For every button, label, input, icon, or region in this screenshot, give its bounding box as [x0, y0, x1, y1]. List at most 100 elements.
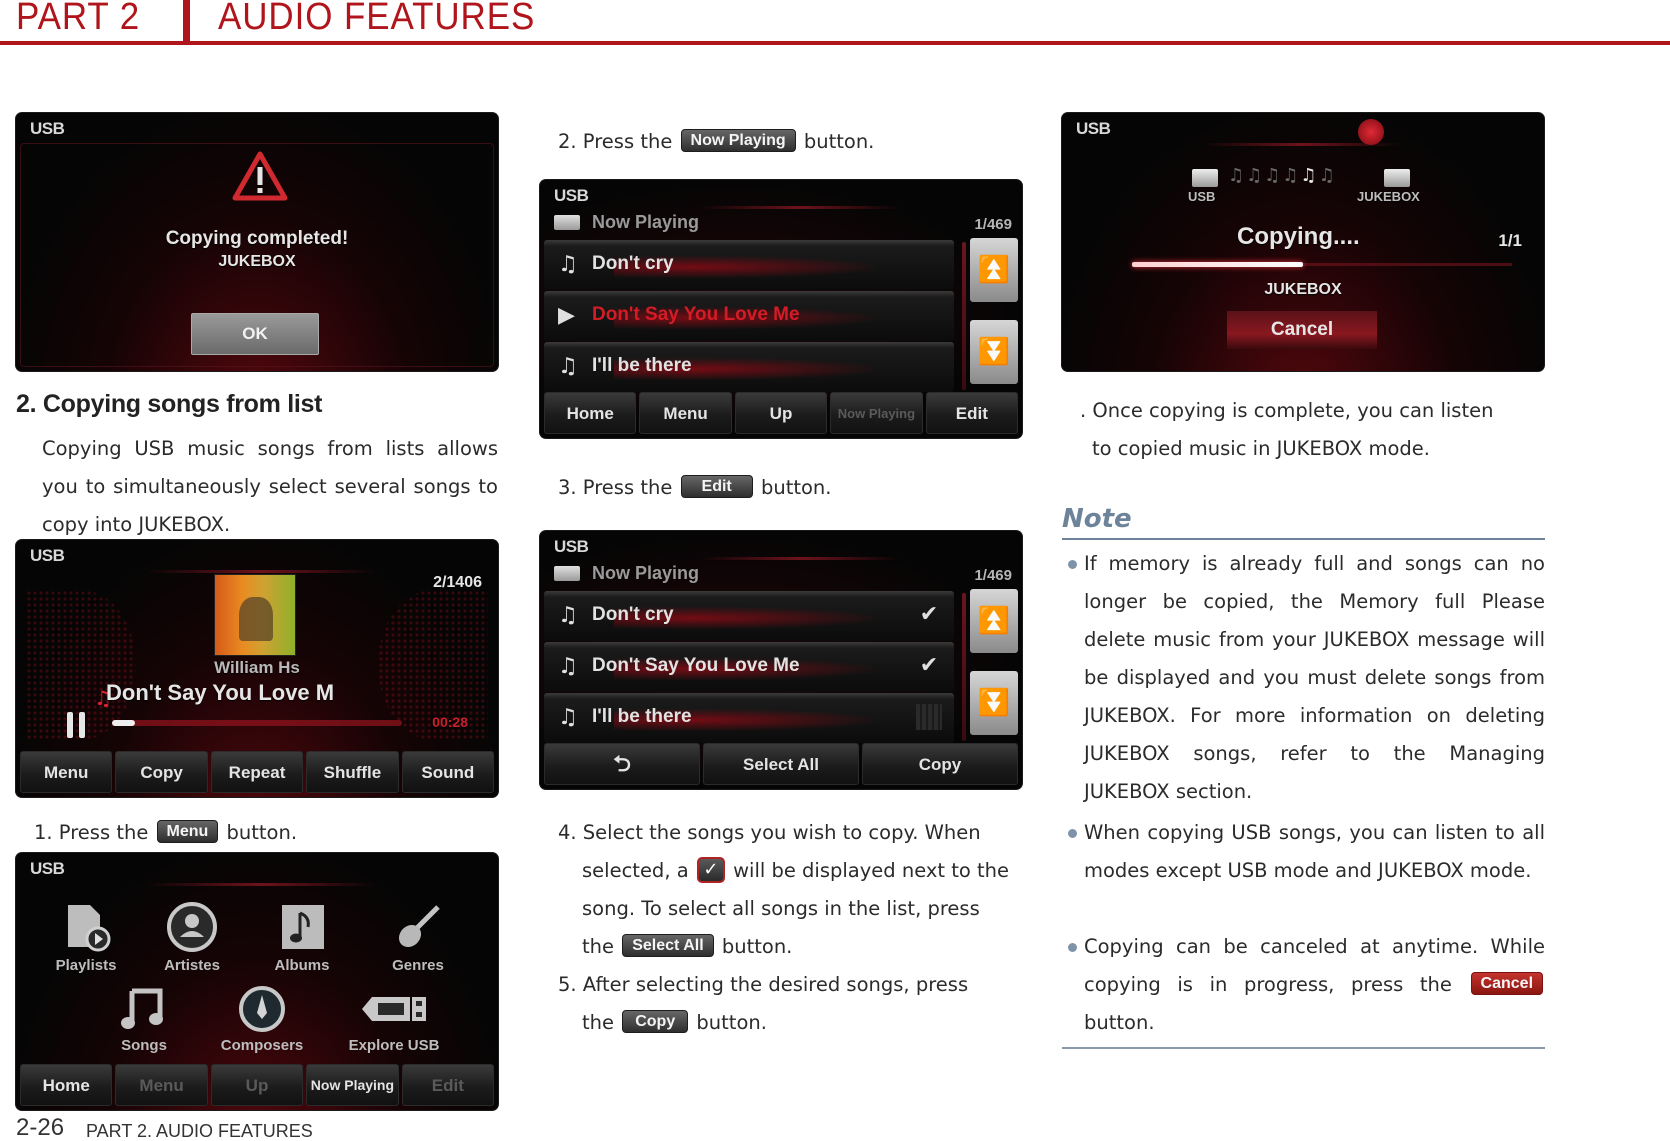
warning-icon [232, 151, 288, 201]
bullet-icon [1068, 829, 1077, 838]
step-1: 1. Press the Menu button. [34, 820, 298, 844]
double-chevron-up-icon: ⏫ [977, 606, 1011, 636]
section-heading: 2. Copying songs from list [16, 390, 323, 418]
copy-progress-bar [1132, 262, 1512, 267]
song-row[interactable]: ♫ Don't cry [544, 240, 954, 290]
list-count: 1/469 [974, 567, 1012, 584]
menu-item-genres[interactable]: Genres [368, 901, 468, 974]
checkbox-checked[interactable]: ✔ [916, 602, 942, 628]
artist-icon [167, 902, 217, 952]
track-count: 2/1406 [433, 574, 482, 591]
music-note-icon [121, 988, 163, 1029]
double-chevron-down-icon: ⏬ [977, 337, 1011, 367]
shuffle-button[interactable]: Shuffle [306, 751, 399, 793]
now-playing-button[interactable]: Now Playing [306, 1064, 399, 1106]
note-heading: Note [1062, 504, 1132, 534]
cancel-button[interactable]: Cancel [1227, 311, 1377, 349]
menu-item-composers[interactable]: Composers [212, 985, 312, 1054]
edit-button-ref: Edit [680, 475, 753, 498]
song-row[interactable]: ♫ I'll be there [544, 693, 954, 743]
screen-edit-select: USB Now Playing 1/469 ♫ Don't cry ✔ ♫ Do… [540, 531, 1022, 789]
folder-icon [554, 566, 580, 581]
step-3: 3. Press the Edit button. [558, 475, 832, 499]
copy-button[interactable]: Copy [115, 751, 208, 793]
menu-item-songs[interactable]: Songs [94, 985, 194, 1054]
album-icon [282, 905, 324, 949]
source-label: USB [30, 119, 65, 138]
menu-button[interactable]: Menu [639, 392, 732, 434]
bullet-icon [1068, 943, 1077, 952]
source-label: USB [30, 859, 65, 878]
to-label: JUKEBOX [1357, 189, 1420, 204]
back-arrow-icon: ⮌ [613, 751, 631, 776]
song-row[interactable]: ♫ Don't cry ✔ [544, 591, 954, 641]
menu-button[interactable]: Menu [20, 751, 113, 793]
song-row[interactable]: ♫ Don't Say You Love Me ✔ [544, 642, 954, 692]
guitar-icon [398, 905, 440, 948]
song-list: ♫ Don't cry ✔ ♫ Don't Say You Love Me ✔ … [544, 591, 954, 744]
record-indicator-icon [1358, 119, 1384, 145]
source-label: USB [554, 186, 589, 205]
elapsed-time: 00:28 [432, 714, 468, 730]
select-all-button[interactable]: Select All [703, 743, 859, 785]
edit-button[interactable]: Edit [925, 392, 1019, 434]
scroll-down-button[interactable]: ⏬ [970, 671, 1018, 735]
now-playing-button-ref: Now Playing [680, 129, 796, 152]
scroll-down-button[interactable]: ⏬ [970, 320, 1018, 384]
song-list: ♫ Don't cry ▶ Don't Say You Love Me ♫ I'… [544, 240, 954, 393]
home-button[interactable]: Home [20, 1064, 113, 1106]
song-row-playing[interactable]: ▶ Don't Say You Love Me [544, 291, 954, 341]
home-button[interactable]: Home [544, 392, 637, 434]
footer-label: PART 2. AUDIO FEATURES [86, 1121, 313, 1141]
page-number: 2-26 [16, 1114, 65, 1141]
jukebox-folder-icon [1384, 169, 1410, 187]
from-label: USB [1188, 189, 1216, 204]
pause-icon[interactable] [67, 712, 87, 738]
screen-playback: USB 2/1406 William Hs ♫ Don't Say You Lo… [16, 540, 498, 797]
ok-button[interactable]: OK [191, 313, 319, 355]
music-note-icon: ♫ [558, 705, 578, 730]
repeat-button[interactable]: Repeat [210, 751, 304, 793]
edit-button[interactable]: Edit [401, 1064, 495, 1106]
note-bullet-3: Copying can be canceled at anytime. Whil… [1068, 928, 1545, 1042]
play-icon: ▶ [558, 303, 575, 328]
song-row[interactable]: ♫ I'll be there [544, 342, 954, 392]
copy-button[interactable]: Copy [862, 743, 1018, 785]
sound-button[interactable]: Sound [401, 751, 495, 793]
up-button[interactable]: Up [734, 392, 828, 434]
usb-drive-icon [362, 997, 426, 1021]
artist-name: William Hs [214, 658, 300, 677]
scrollbar[interactable] [962, 242, 966, 390]
checkbox-checked[interactable]: ✔ [916, 653, 942, 679]
music-note-icon: ♫ [558, 654, 578, 679]
transfer-animation-icon: ♫♫♫♫♫♫ [1228, 165, 1337, 186]
scrollbar[interactable] [962, 593, 966, 741]
menu-item-playlists[interactable]: Playlists [36, 901, 136, 974]
composer-icon [239, 986, 285, 1032]
source-label: USB [554, 537, 589, 556]
progress-bar[interactable] [112, 720, 402, 726]
now-playing-button[interactable]: Now Playing [830, 392, 923, 434]
checkbox-unchecked[interactable] [916, 704, 942, 730]
header-divider [183, 0, 190, 44]
menu-button[interactable]: Menu [115, 1064, 208, 1106]
list-header: Now Playing [554, 563, 699, 584]
copy-count: 1/1 [1498, 231, 1522, 250]
scroll-up-button[interactable]: ⏫ [970, 589, 1018, 653]
button-bar: Menu Copy Repeat Shuffle Sound [16, 751, 498, 797]
menu-item-albums[interactable]: Albums [252, 901, 352, 974]
back-button[interactable]: ⮌ [544, 743, 700, 785]
page-header: PART 2 AUDIO FEATURES [0, 0, 1670, 46]
scroll-up-button[interactable]: ⏫ [970, 238, 1018, 302]
note-divider [1062, 538, 1545, 540]
step-6: . Once copying is complete, you can list… [1080, 399, 1494, 460]
checkmark-icon: ✓ [696, 856, 725, 883]
chapter-title: AUDIO FEATURES [218, 0, 536, 38]
usb-folder-icon [1192, 169, 1218, 187]
menu-item-explore-usb[interactable]: Explore USB [334, 985, 454, 1054]
menu-item-artists[interactable]: Artistes [142, 901, 242, 974]
list-header: Now Playing [554, 212, 699, 233]
note-end-rule [1062, 1047, 1545, 1049]
up-button[interactable]: Up [210, 1064, 304, 1106]
music-note-icon: ♫ [558, 603, 578, 628]
